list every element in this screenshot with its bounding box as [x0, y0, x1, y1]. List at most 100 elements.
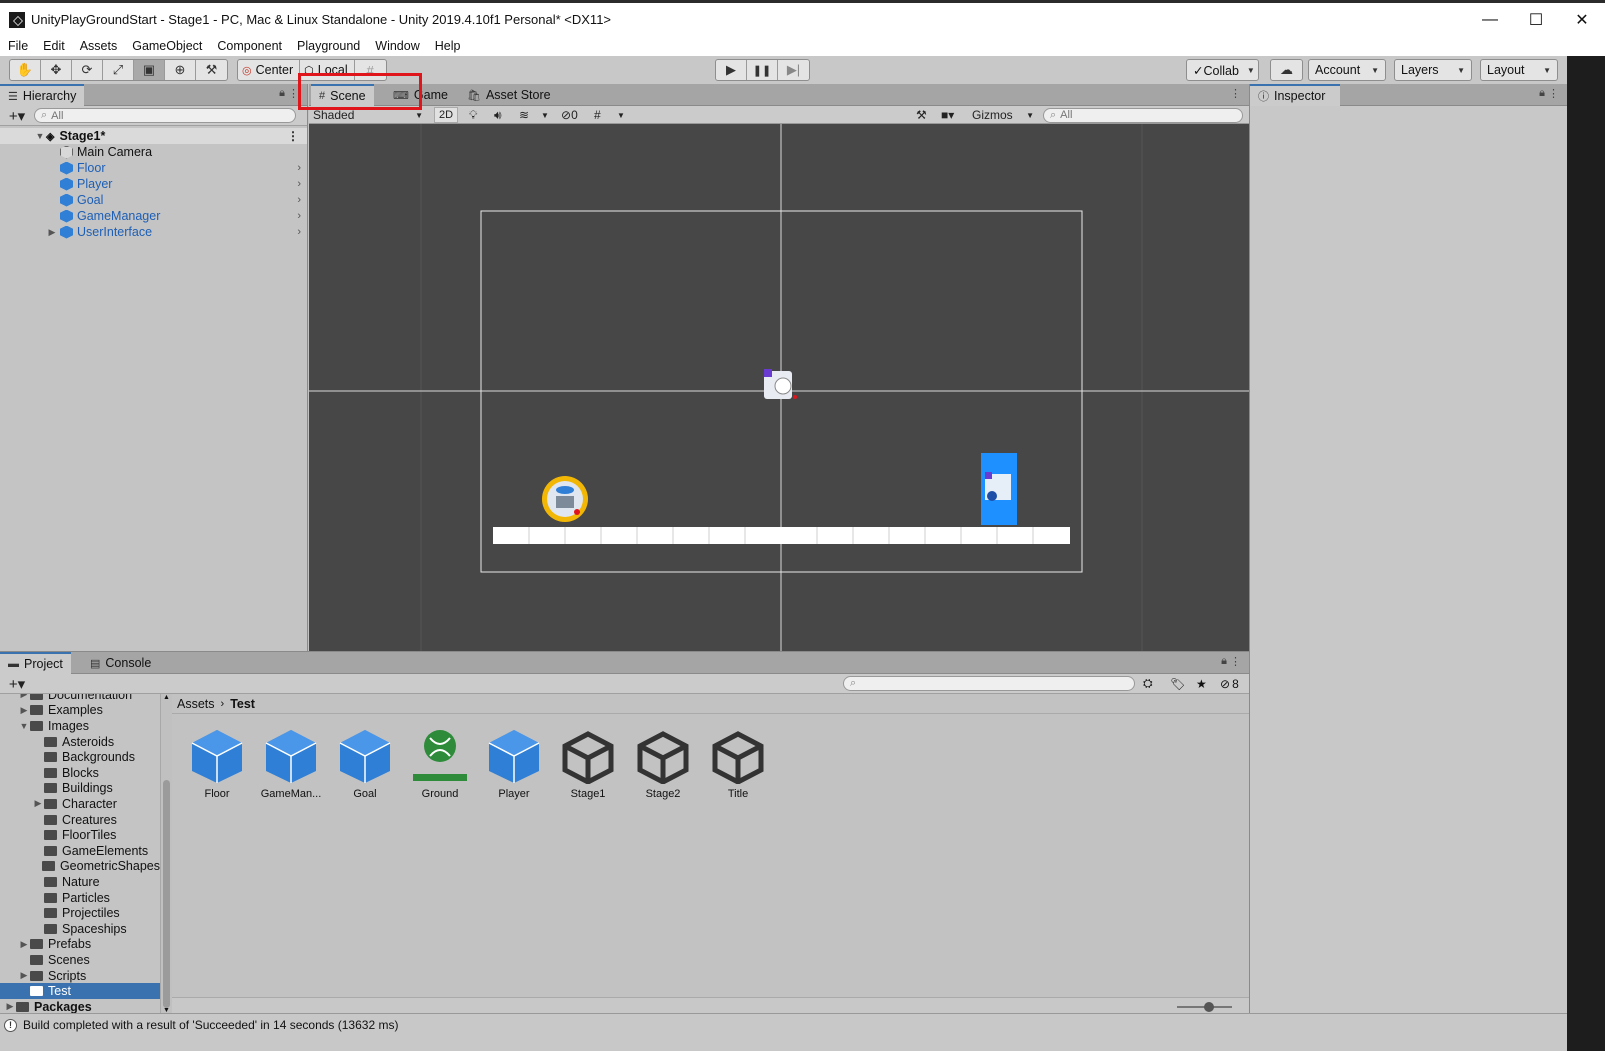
lock-icon[interactable]: 🔒︎: [1539, 87, 1545, 100]
scene-search-box[interactable]: ⌕: [1043, 107, 1243, 123]
layout-dropdown[interactable]: Layout ▼: [1480, 59, 1558, 81]
asset-item[interactable]: GameMan...: [256, 728, 326, 800]
chevron-right-icon[interactable]: ›: [297, 194, 301, 206]
menu-window[interactable]: Window: [367, 39, 426, 53]
camera-icon[interactable]: ■▾: [941, 107, 954, 123]
folder-item[interactable]: Particles: [0, 890, 160, 906]
folder-item[interactable]: ▶ Character: [0, 796, 160, 812]
shading-dropdown[interactable]: Shaded ▼: [313, 107, 423, 123]
expand-right-icon[interactable]: ▶: [18, 970, 30, 981]
expand-arrow-icon[interactable]: ▶: [46, 227, 58, 238]
scene-search-input[interactable]: [1060, 109, 1203, 121]
hierarchy-item[interactable]: Player ›: [0, 176, 307, 192]
asset-item[interactable]: Title: [703, 728, 773, 800]
transform-icon[interactable]: ⊕: [165, 60, 196, 80]
layers-dropdown[interactable]: Layers ▼: [1394, 59, 1472, 81]
tag-icon[interactable]: 🏷︎: [1170, 677, 1185, 691]
step-button[interactable]: ▶|: [778, 60, 809, 80]
custom-tool-icon[interactable]: ⚒: [196, 60, 227, 80]
project-search-box[interactable]: ⌕: [843, 676, 1135, 691]
breadcrumb-assets[interactable]: Assets: [177, 697, 215, 711]
hierarchy-item[interactable]: ▶ UserInterface ›: [0, 224, 307, 240]
folder-item[interactable]: GameElements: [0, 843, 160, 859]
project-search[interactable]: ⌕: [843, 676, 1135, 691]
lock-icon[interactable]: 🔒︎: [279, 87, 285, 100]
folder-item[interactable]: Projectiles: [0, 905, 160, 921]
account-dropdown[interactable]: Account ▼: [1308, 59, 1386, 81]
tab-asset-store[interactable]: 🛍︎ Asset Store: [459, 84, 559, 106]
scene-search[interactable]: ⌕: [1043, 107, 1243, 123]
panel-menu-icon[interactable]: ⋮: [1230, 655, 1241, 668]
asset-item[interactable]: Goal: [330, 728, 400, 800]
chevron-down-icon[interactable]: ▼: [617, 107, 625, 123]
menu-assets[interactable]: Assets: [72, 39, 125, 53]
expand-right-icon[interactable]: ▶: [32, 798, 44, 809]
gizmos-dropdown[interactable]: Gizmos ▼: [972, 107, 1034, 123]
folder-item[interactable]: ▶ Documentation: [0, 694, 160, 703]
play-button[interactable]: ▶: [716, 60, 747, 80]
menu-component[interactable]: Component: [209, 39, 289, 53]
asset-item[interactable]: Stage1: [553, 728, 623, 800]
breadcrumb-current[interactable]: Test: [230, 697, 255, 711]
lighting-icon[interactable]: 💡︎: [469, 107, 477, 123]
lock-icon[interactable]: 🔒︎: [1221, 655, 1227, 668]
expand-right-icon[interactable]: ▶: [18, 694, 30, 700]
asset-item[interactable]: Stage2: [628, 728, 698, 800]
folder-item[interactable]: GeometricShapes: [0, 859, 160, 875]
effects-icon[interactable]: ≋: [519, 107, 529, 123]
favorite-star-icon[interactable]: ★: [1196, 677, 1207, 691]
scrollbar-thumb[interactable]: [163, 780, 170, 1008]
chevron-down-icon[interactable]: ▼: [541, 107, 549, 123]
mode-2d-toggle[interactable]: 2D: [434, 107, 459, 123]
tab-game[interactable]: ⌨ Game: [385, 84, 456, 106]
expand-right-icon[interactable]: ▶: [18, 939, 30, 950]
hierarchy-search[interactable]: ⌕: [34, 108, 296, 123]
hierarchy-item[interactable]: GameManager ›: [0, 208, 307, 224]
scroll-up-icon[interactable]: ▲: [163, 694, 170, 701]
menu-playground[interactable]: Playground: [289, 39, 367, 53]
folder-item[interactable]: ▶ Prefabs: [0, 937, 160, 953]
hierarchy-search-input[interactable]: [51, 109, 194, 122]
chevron-right-icon[interactable]: ›: [297, 178, 301, 190]
close-button[interactable]: ✕: [1559, 3, 1605, 36]
pause-button[interactable]: ❚❚: [747, 60, 778, 80]
hidden-packages-toggle[interactable]: ⊘ 8: [1220, 677, 1239, 691]
panel-menu-icon[interactable]: ⋮: [1548, 87, 1559, 100]
expand-right-icon[interactable]: ▶: [4, 1001, 16, 1012]
zoom-slider-handle[interactable]: [1204, 1002, 1214, 1012]
tab-inspector[interactable]: ⓘ Inspector: [1250, 84, 1340, 106]
tab-console[interactable]: ▤ Console: [82, 652, 159, 674]
panel-menu-icon[interactable]: ⋮: [288, 87, 299, 100]
chevron-right-icon[interactable]: ›: [297, 162, 301, 174]
expand-down-icon[interactable]: ▼: [18, 721, 30, 731]
rotate-icon[interactable]: ⟳: [72, 60, 103, 80]
create-button[interactable]: +▾: [0, 107, 34, 125]
folder-item[interactable]: Scenes: [0, 952, 160, 968]
filter-type-icon[interactable]: ⛭: [1143, 676, 1153, 691]
folder-item[interactable]: FloorTiles: [0, 827, 160, 843]
menu-help[interactable]: Help: [427, 39, 468, 53]
asset-item[interactable]: Floor: [182, 728, 252, 800]
menu-edit[interactable]: Edit: [35, 39, 72, 53]
scale-icon[interactable]: ⤢: [103, 60, 134, 80]
hidden-objects-toggle[interactable]: ⊘ 0: [561, 107, 578, 123]
audio-icon[interactable]: 🔊︎: [494, 107, 502, 123]
hierarchy-item[interactable]: Main Camera: [0, 144, 307, 160]
collab-dropdown[interactable]: ✓Collab ▼: [1186, 59, 1259, 81]
folder-item[interactable]: Blocks: [0, 765, 160, 781]
expand-right-icon[interactable]: ▶: [18, 705, 30, 716]
folder-item[interactable]: Nature: [0, 874, 160, 890]
asset-item[interactable]: Ground: [405, 728, 475, 800]
pivot-local-button[interactable]: ⬡ Local: [300, 60, 355, 80]
tools-icon[interactable]: ⚒: [916, 107, 927, 123]
scene-viewport[interactable]: [309, 124, 1249, 651]
hierarchy-item[interactable]: Goal ›: [0, 192, 307, 208]
folder-item[interactable]: ▶ Examples: [0, 703, 160, 719]
expand-arrow-icon[interactable]: ▼: [34, 131, 46, 141]
grid-snap-icon[interactable]: #: [355, 60, 386, 80]
chevron-right-icon[interactable]: ›: [297, 226, 301, 238]
tab-project[interactable]: ▬ Project: [0, 652, 71, 674]
folder-item[interactable]: Buildings: [0, 781, 160, 797]
tab-scene[interactable]: # Scene: [311, 84, 374, 106]
scene-canvas[interactable]: [309, 124, 1249, 651]
